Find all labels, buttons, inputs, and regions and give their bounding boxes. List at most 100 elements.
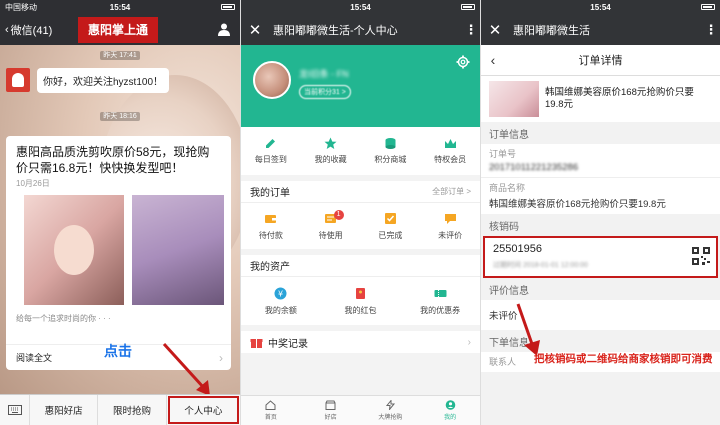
click-hint: 点击	[104, 343, 132, 359]
verify-expiry: 过期时间 2018-01-01 12:00:00	[493, 262, 588, 269]
home-icon	[265, 400, 276, 410]
page-header: ✕ 惠阳嘟嘟微生活 ⋮	[481, 14, 720, 45]
order-unreviewed[interactable]: 未评价	[420, 203, 480, 249]
gear-icon[interactable]	[456, 55, 470, 69]
user-profile-icon[interactable]	[218, 23, 230, 36]
status-bar: 15:54	[241, 0, 480, 14]
coupon-icon	[434, 289, 447, 297]
order-completed[interactable]: 已完成	[361, 203, 421, 249]
menu-daily-checkin[interactable]: 每日签到	[241, 127, 301, 175]
red-packet-icon	[356, 287, 365, 299]
keyboard-icon	[7, 405, 22, 415]
hairstyle-photo	[24, 195, 124, 305]
prize-records-row[interactable]: 中奖记录 ›	[241, 331, 480, 353]
chat-header: ‹ 微信(41) 惠阳掌上通	[0, 14, 240, 45]
profile-name: 龙Ⅰ旧条 - FN	[299, 69, 349, 79]
tab-shops[interactable]: 好店	[301, 396, 361, 425]
tab-home[interactable]: 首页	[241, 396, 301, 425]
official-account-avatar[interactable]	[6, 68, 30, 92]
order-to-use[interactable]: 1 待使用	[301, 203, 361, 249]
menu-personal-center[interactable]: 个人中心	[167, 396, 239, 424]
tab-brand-sale[interactable]: 大牌抢购	[361, 396, 421, 425]
article-date: 10月26日	[16, 179, 50, 188]
product-thumbnail	[489, 81, 539, 117]
menu-vip[interactable]: 特权会员	[420, 127, 480, 175]
my-assets-section: 我的资产 ¥ 我的余额 我的红包 我的优惠券	[241, 255, 480, 325]
order-pending-payment[interactable]: 待付款	[241, 203, 301, 249]
order-number: 20171011221235286	[489, 162, 579, 173]
arrow-annotation-icon	[162, 342, 210, 396]
timestamp: 昨天 17:41	[0, 50, 240, 60]
more-icon[interactable]: ⋮	[702, 22, 720, 38]
page-title: 惠阳嘟嘟微生活-个人中心	[273, 24, 398, 37]
status-bar: 中国移动 15:54	[0, 0, 240, 14]
sub-title: 订单详情	[578, 55, 623, 67]
points-badge[interactable]: 当前积分31 >	[299, 85, 351, 99]
battery-icon	[701, 4, 715, 10]
battery-icon	[461, 4, 475, 10]
tab-label: 我的	[444, 415, 457, 421]
order-status-row: 待付款 1 待使用 已完成 未评价	[241, 203, 480, 249]
verify-code-box[interactable]: 25501956 过期时间 2018-01-01 12:00:00	[483, 236, 718, 278]
check-icon	[384, 212, 396, 224]
welcome-message: 你好，欢迎关注hyzst100！	[37, 68, 170, 93]
menu-label: 每日签到	[254, 155, 287, 164]
order-label: 未评价	[438, 230, 463, 240]
back-button[interactable]: ‹ 微信(41)	[0, 22, 52, 38]
menu-label: 积分商城	[374, 155, 407, 164]
chevron-left-icon: ‹	[5, 23, 9, 36]
back-label: 微信(41)	[10, 24, 53, 37]
article-title: 惠阳高品质洗剪吹原价58元，现抢购价只需16.8元！快快换发型吧！	[16, 145, 210, 175]
verify-code: 25501956	[493, 243, 542, 255]
section-header: 我的订单 全部订单 >	[241, 181, 480, 203]
article-images	[16, 195, 224, 305]
sub-header: ‹ 订单详情	[481, 45, 720, 76]
avatar[interactable]	[253, 61, 291, 99]
wechat-chat-panel: 中国移动 15:54 ‹ 微信(41) 惠阳掌上通 昨天 17:41 你好，欢迎…	[0, 0, 240, 425]
page-header: ✕ 惠阳嘟嘟微生活-个人中心 ⋮	[241, 14, 480, 45]
read-all-label: 阅读全文	[16, 353, 53, 363]
menu-flash-sale[interactable]: 限时抢购	[98, 395, 167, 425]
coins-icon	[385, 138, 396, 149]
more-icon[interactable]: ⋮	[462, 22, 480, 38]
tab-label: 大牌抢购	[378, 415, 403, 421]
article-card[interactable]: 惠阳高品质洗剪吹原价58元，现抢购价只需16.8元！快快换发型吧！ 10月26日…	[6, 136, 231, 370]
product-summary[interactable]: 韩国维娜美容原价168元抢购价只要19.8元	[481, 76, 720, 122]
product-name-field: 商品名称 韩国维娜美容原价168元抢购价只要19.8元	[481, 177, 720, 214]
product-title: 韩国维娜美容原价168元抢购价只要19.8元	[545, 87, 694, 110]
asset-label: 我的红包	[344, 305, 377, 315]
edit-icon	[266, 139, 276, 148]
asset-red-packet[interactable]: 我的红包	[321, 277, 401, 325]
qr-code-icon[interactable]	[692, 247, 710, 265]
asset-coupons[interactable]: 我的优惠券	[400, 277, 480, 325]
keyboard-toggle[interactable]	[0, 395, 30, 425]
menu-favorites[interactable]: 我的收藏	[301, 127, 361, 175]
bottom-tab-bar: 首页 好店 大牌抢购 我的	[241, 395, 480, 425]
review-heading: 评价信息	[489, 285, 529, 297]
all-orders-link[interactable]: 全部订单 >	[432, 186, 471, 197]
profile-banner: 龙Ⅰ旧条 - FN 当前积分31 >	[241, 45, 480, 127]
close-icon[interactable]: ✕	[481, 21, 509, 39]
star-icon	[324, 137, 337, 149]
menu-label: 我的收藏	[314, 155, 347, 164]
personal-center-panel: 15:54 ✕ 惠阳嘟嘟微生活-个人中心 ⋮ 龙Ⅰ旧条 - FN 当前积分31 …	[240, 0, 480, 425]
count-badge: 1	[333, 210, 344, 220]
article-desc: 给每一个追求时尚的你 · · ·	[16, 314, 111, 323]
status-time: 15:54	[109, 2, 131, 12]
hair-color-photo	[132, 195, 224, 305]
chat-title: 惠阳掌上通	[78, 17, 158, 43]
menu-good-shops[interactable]: 惠阳好店	[30, 395, 99, 425]
order-label: 待使用	[318, 230, 343, 240]
tab-mine[interactable]: 我的	[420, 396, 480, 425]
asset-label: 我的优惠券	[420, 305, 461, 315]
asset-balance[interactable]: ¥ 我的余额	[241, 277, 321, 325]
svg-text:¥: ¥	[278, 289, 283, 298]
asset-label: 我的余额	[264, 305, 297, 315]
timestamp: 昨天 18:16	[0, 111, 240, 121]
comment-icon	[444, 213, 456, 224]
my-orders-section: 我的订单 全部订单 > 待付款 1 待使用 已完成 未评价	[241, 181, 480, 249]
verify-code-heading: 核销码	[489, 221, 519, 233]
crown-icon	[444, 139, 456, 148]
menu-points-mall[interactable]: 积分商城	[361, 127, 421, 175]
close-icon[interactable]: ✕	[241, 21, 269, 39]
